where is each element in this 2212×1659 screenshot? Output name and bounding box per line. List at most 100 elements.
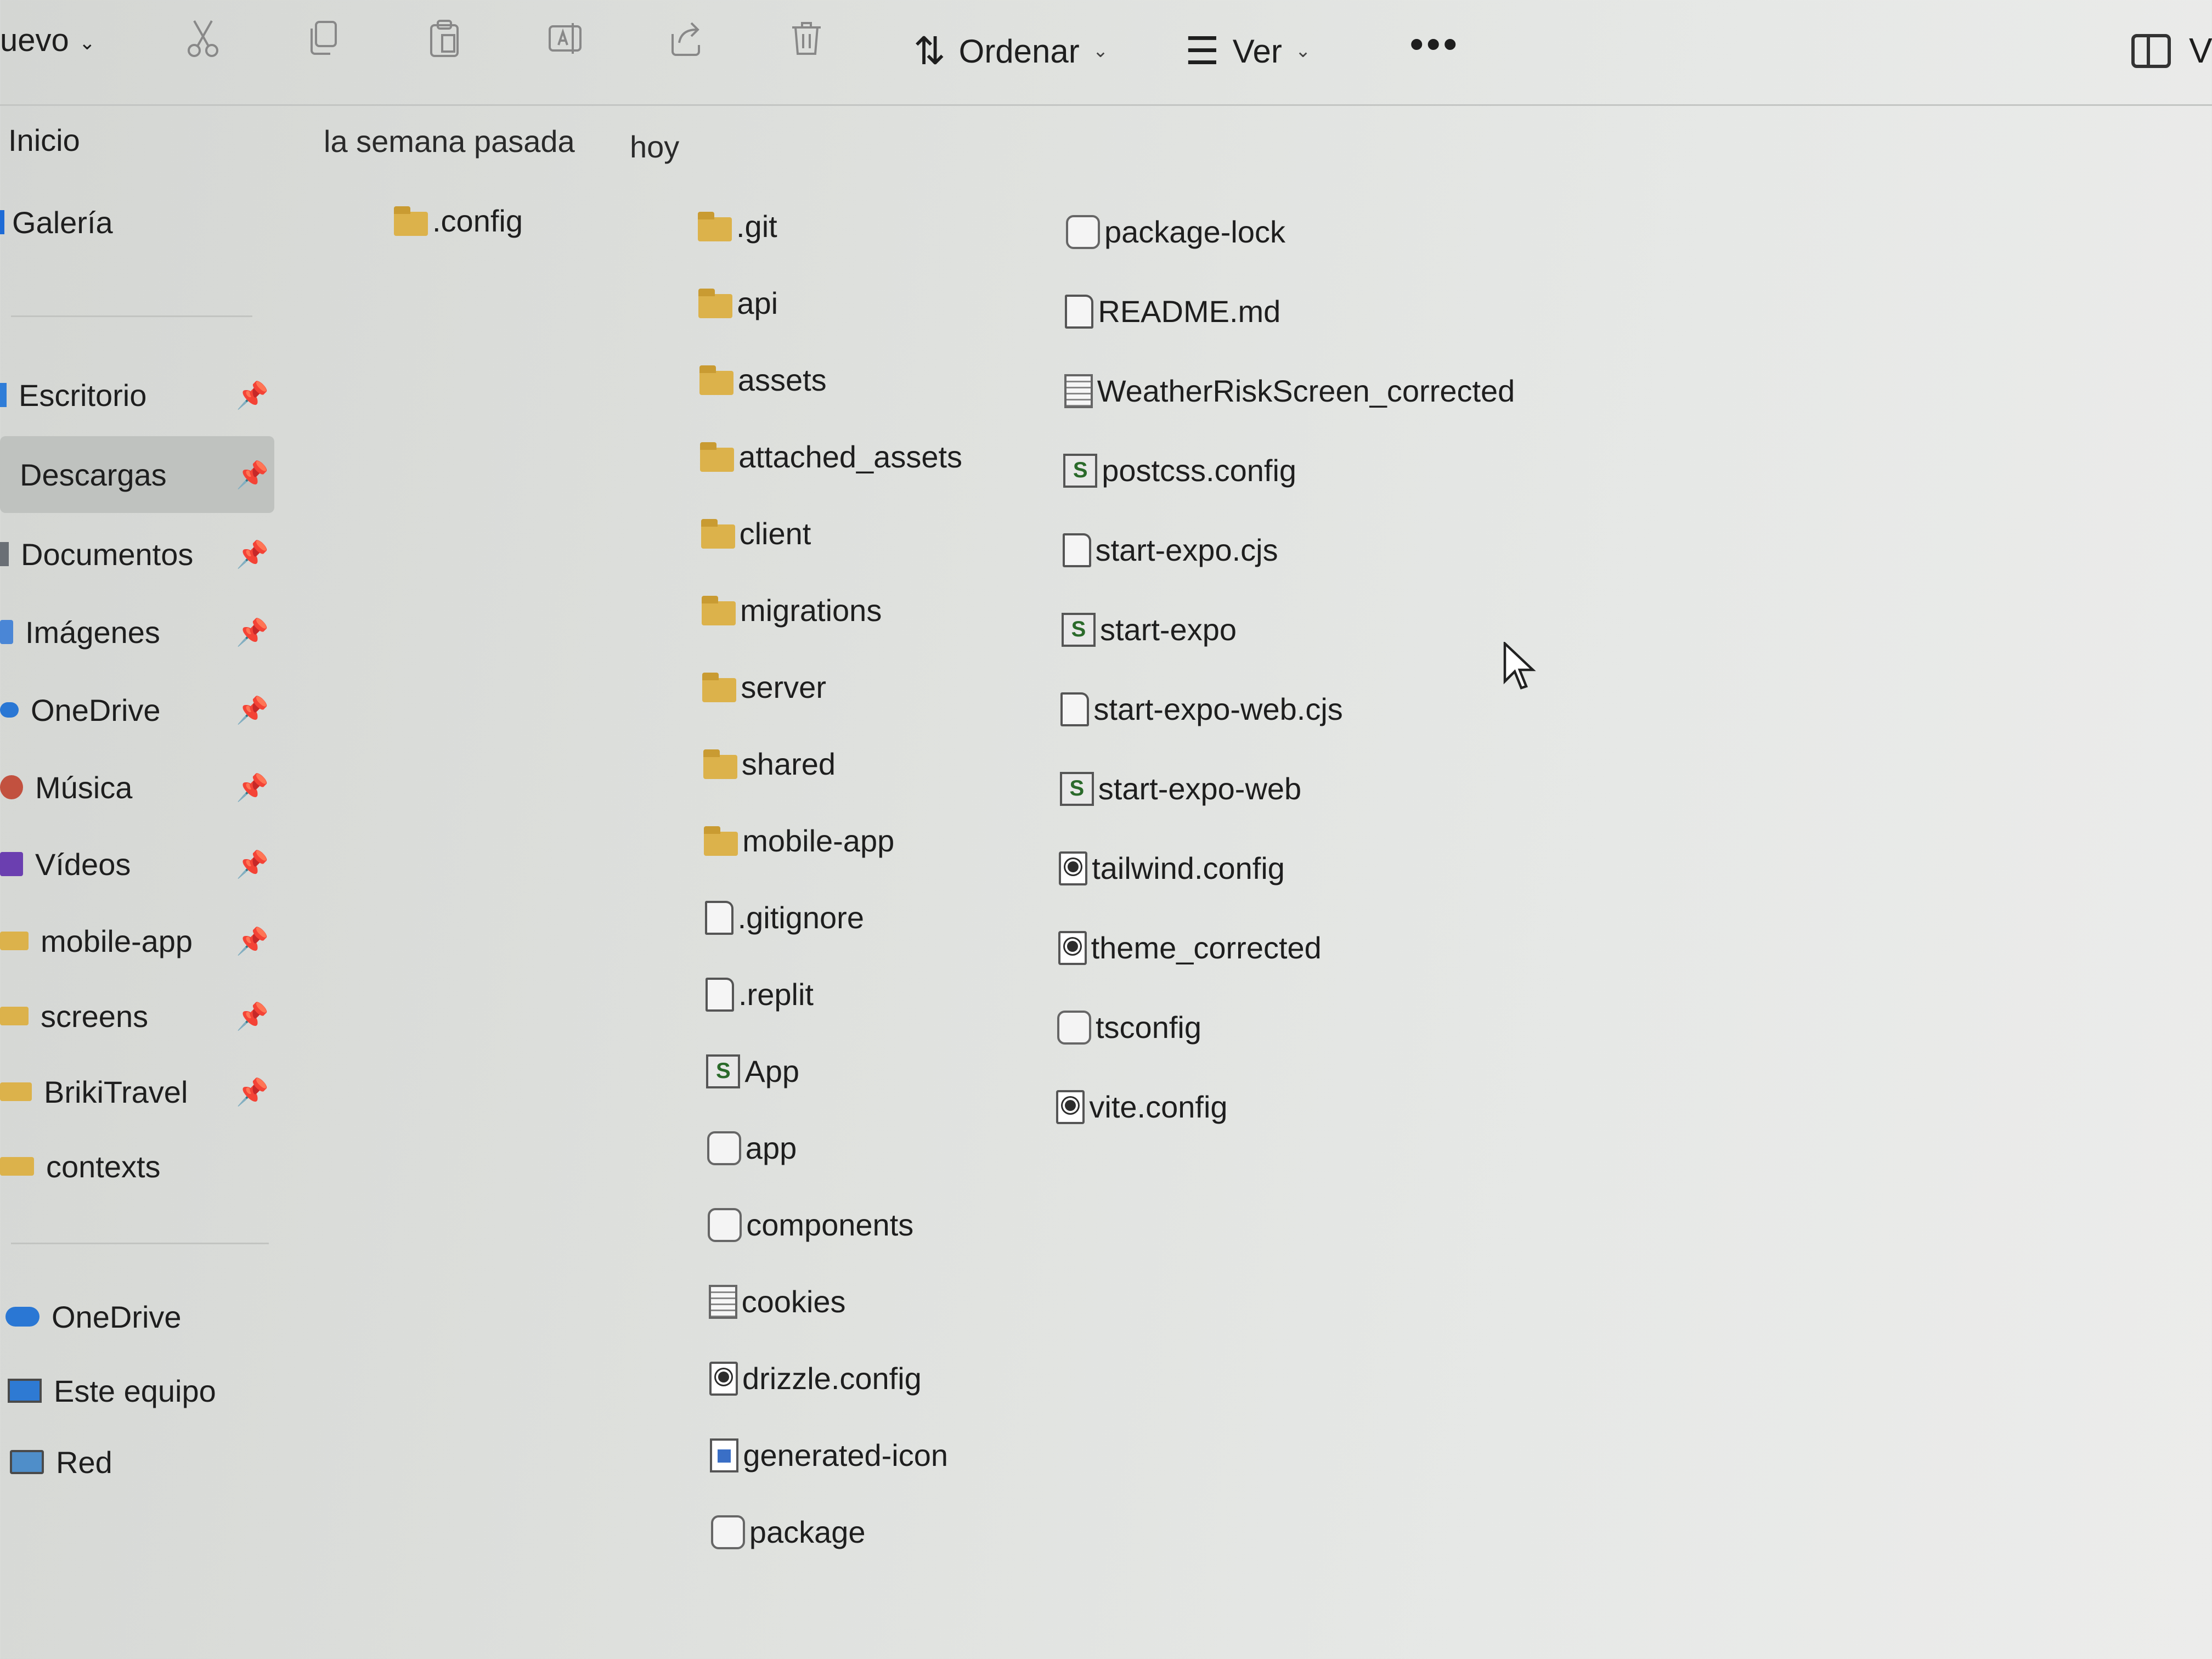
file-item[interactable]: README.md [1065, 294, 1280, 329]
file-item[interactable]: app [707, 1130, 797, 1166]
share-icon[interactable] [664, 16, 708, 60]
sidebar-item-este-equipo[interactable]: Este equipo [8, 1352, 282, 1429]
sidebar-item-imagenes[interactable]: Imágenes 📌 [0, 594, 274, 670]
file-item[interactable]: client [701, 516, 811, 551]
file-name: client [739, 516, 811, 551]
sidebar-divider [11, 315, 252, 317]
pin-icon: 📌 [236, 540, 269, 569]
file-item[interactable]: drizzle.config [709, 1361, 922, 1396]
more-options-button[interactable]: ••• [1410, 22, 1460, 66]
sidebar-divider [11, 1243, 269, 1244]
file-item[interactable]: start-expo-web.cjs [1060, 691, 1343, 727]
script-file-icon [1059, 771, 1094, 806]
rename-icon[interactable] [543, 16, 587, 60]
file-item[interactable]: theme_corrected [1058, 930, 1322, 966]
script-file-icon [1062, 612, 1096, 647]
file-item[interactable]: package-lock [1066, 214, 1285, 250]
file-item[interactable]: start-expo [1062, 612, 1237, 647]
file-item[interactable]: package [710, 1514, 866, 1550]
json-file-icon [1066, 215, 1100, 249]
folder-icon [700, 442, 735, 472]
group-header-last-week[interactable]: la semana pasada [324, 123, 575, 159]
file-item[interactable]: WeatherRiskScreen_corrected [1064, 373, 1515, 409]
file-item[interactable]: App [706, 1053, 799, 1089]
file-item[interactable]: start-expo-web [1059, 771, 1301, 806]
group-header-today[interactable]: hoy [630, 129, 679, 165]
sidebar-item-label: BrikiTravel [44, 1074, 188, 1109]
sidebar-item-descargas[interactable]: Descargas 📌 [0, 436, 274, 513]
sidebar-item-onedrive-pinned[interactable]: OneDrive 📌 [0, 672, 274, 748]
download-icon [0, 462, 8, 487]
file-item[interactable]: shared [703, 746, 836, 782]
details-pane-label[interactable]: V [2189, 30, 2212, 71]
file-item[interactable]: .config [394, 203, 523, 239]
sidebar-item-videos[interactable]: Vídeos 📌 [0, 826, 274, 902]
json-file-icon [710, 1515, 745, 1549]
folder-icon [0, 1007, 29, 1025]
file-item[interactable]: server [702, 669, 826, 705]
sidebar-item-inicio[interactable]: Inicio [8, 101, 283, 178]
music-icon [0, 775, 23, 799]
cut-icon[interactable] [181, 16, 225, 60]
file-item[interactable]: .replit [706, 977, 814, 1012]
sidebar-item-musica[interactable]: Música 📌 [0, 749, 274, 826]
file-item[interactable]: tsconfig [1057, 1009, 1201, 1045]
videos-icon [0, 852, 23, 876]
file-name: migrations [740, 593, 882, 628]
sidebar-item-documentos[interactable]: Documentos 📌 [0, 516, 274, 592]
sort-button[interactable]: ⇅ Ordenar ⌄ [913, 29, 1108, 74]
file-name: api [737, 286, 778, 320]
folder-icon [703, 749, 737, 779]
file-item[interactable]: .git [698, 208, 777, 244]
sidebar-item-red[interactable]: Red [10, 1424, 284, 1500]
sidebar-item-screens[interactable]: screens 📌 [0, 978, 274, 1054]
file-name: cookies [741, 1284, 846, 1319]
pin-icon: 📌 [236, 850, 269, 879]
file-item[interactable]: components [708, 1207, 913, 1243]
folder-icon [698, 211, 732, 241]
json-file-icon [1057, 1010, 1091, 1045]
desktop-icon [0, 383, 7, 407]
paste-icon[interactable] [422, 16, 466, 60]
file-icon [706, 977, 734, 1012]
file-item[interactable]: start-expo.cjs [1062, 532, 1278, 568]
file-item[interactable]: api [698, 285, 778, 321]
file-item[interactable]: postcss.config [1063, 453, 1296, 488]
file-item[interactable]: vite.config [1056, 1089, 1228, 1125]
file-item[interactable]: generated-icon [710, 1437, 948, 1473]
command-bar: uevo ⌄ ⇅ Ordenar ⌄ ☰ Ver ⌄ ••• V [0, 0, 2212, 106]
file-icon [704, 900, 733, 935]
file-item[interactable]: migrations [702, 592, 882, 628]
file-name: tsconfig [1096, 1010, 1201, 1045]
view-button[interactable]: ☰ Ver ⌄ [1185, 29, 1311, 74]
chevron-down-icon: ⌄ [1092, 41, 1109, 61]
delete-icon[interactable] [785, 16, 828, 60]
sidebar-item-brikitravel[interactable]: BrikiTravel 📌 [0, 1053, 274, 1130]
copy-icon[interactable] [302, 16, 346, 60]
file-item[interactable]: attached_assets [700, 439, 962, 475]
file-name: .gitignore [737, 900, 864, 935]
sidebar-item-contexts[interactable]: contexts [0, 1128, 274, 1205]
details-pane-icon[interactable] [2131, 34, 2171, 68]
sidebar-item-escritorio[interactable]: Escritorio 📌 [0, 357, 274, 433]
file-item[interactable]: .gitignore [704, 900, 864, 935]
image-file-icon [710, 1438, 739, 1472]
sidebar-item-label: mobile-app [41, 923, 193, 958]
file-item[interactable]: tailwind.config [1059, 850, 1285, 886]
sidebar-item-galeria[interactable]: Galería [0, 184, 274, 261]
script-file-icon [706, 1054, 741, 1088]
file-item[interactable]: cookies [708, 1284, 846, 1319]
file-name: drizzle.config [742, 1361, 922, 1396]
sidebar-item-mobile-app[interactable]: mobile-app 📌 [0, 902, 274, 979]
sidebar-item-label: Vídeos [35, 847, 131, 882]
pin-icon: 📌 [236, 927, 269, 956]
sidebar-item-label: OneDrive [31, 692, 161, 727]
file-name: package [749, 1515, 866, 1549]
new-button-label: uevo [0, 22, 69, 58]
file-item[interactable]: mobile-app [704, 823, 894, 859]
file-item[interactable]: assets [699, 362, 827, 398]
new-button[interactable]: uevo ⌄ [0, 22, 95, 59]
file-name: app [745, 1131, 797, 1165]
file-name: shared [741, 747, 836, 781]
sidebar-item-onedrive[interactable]: OneDrive [5, 1278, 280, 1355]
